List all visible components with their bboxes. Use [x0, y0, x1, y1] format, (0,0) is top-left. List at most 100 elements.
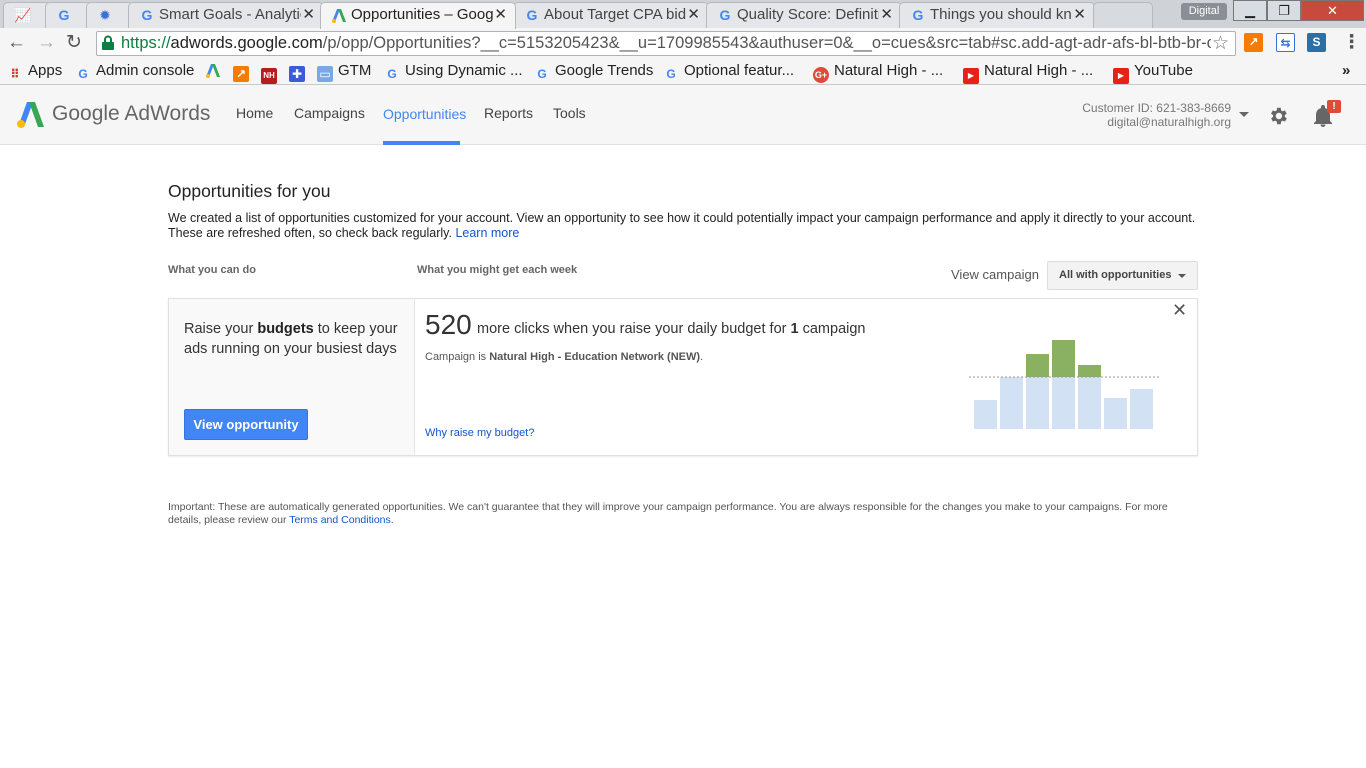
- account-dropdown-icon[interactable]: [1239, 112, 1249, 117]
- bookmarks-bar: ⠿ Apps G Admin console ↗ NH ✚ ▭ GTM G Using …: [0, 58, 1366, 85]
- tab-title: Smart Goals - Analytics: [159, 6, 301, 23]
- profile-badge[interactable]: Digital: [1181, 3, 1227, 20]
- bookmark-analytics[interactable]: ↗: [233, 61, 254, 82]
- campaign-info: Campaign is Natural High - Education Net…: [425, 351, 703, 363]
- bookmark-natural-high-gplus[interactable]: G+ Natural High - ...: [813, 61, 943, 83]
- bookmark-optional-features[interactable]: G Optional featur...: [663, 61, 794, 82]
- opportunity-summary: Raise your budgets to keep your ads runn…: [184, 320, 406, 359]
- close-tab-icon[interactable]: ✕: [1073, 5, 1086, 23]
- gtm-icon: ▭: [317, 66, 333, 82]
- extension-icon[interactable]: ⇆: [1276, 33, 1295, 52]
- bookmark-youtube[interactable]: ▶ YouTube: [1113, 61, 1193, 84]
- address-bar[interactable]: https://adwords.google.com/p/opp/Opportu…: [96, 31, 1236, 56]
- tab-settings[interactable]: ✹: [86, 2, 134, 28]
- terms-link[interactable]: Terms and Conditions: [289, 514, 391, 526]
- nh-icon: NH: [261, 68, 277, 84]
- view-opportunity-button[interactable]: View opportunity: [184, 409, 308, 440]
- menu-icon[interactable]: ⋮: [1342, 32, 1361, 54]
- dismiss-close-icon[interactable]: ✕: [1172, 300, 1187, 321]
- bookmark-gtm[interactable]: ▭ GTM: [317, 61, 371, 82]
- brand-name: Google AdWords: [52, 102, 211, 125]
- youtube-icon: ▶: [963, 68, 979, 84]
- close-tab-icon[interactable]: ✕: [880, 5, 893, 23]
- bookmark-using-dynamic[interactable]: G Using Dynamic ...: [384, 61, 523, 82]
- google-icon: G: [912, 7, 924, 23]
- google-icon: G: [141, 7, 153, 23]
- nav-campaigns[interactable]: Campaigns: [294, 105, 365, 121]
- bookmark-label: Optional featur...: [684, 62, 795, 79]
- tab-title: Quality Score: Definition: [737, 6, 879, 23]
- bookmark-label: Natural High - ...: [834, 62, 944, 79]
- nav-tools[interactable]: Tools: [553, 105, 586, 121]
- app-header: Google AdWords Home Campaigns Opportunit…: [0, 85, 1366, 145]
- analytics-icon: ↗: [233, 66, 249, 82]
- url-scheme: https://: [121, 34, 171, 52]
- nav-home[interactable]: Home: [236, 105, 273, 121]
- opportunity-card: Raise your budgets to keep your ads runn…: [168, 298, 1198, 456]
- tab-target-cpa[interactable]: G About Target CPA bidding ✕: [513, 2, 709, 28]
- bookmark-nh[interactable]: NH: [261, 61, 282, 84]
- bookmark-admin-console[interactable]: G Admin console: [75, 61, 194, 82]
- close-tab-icon[interactable]: ✕: [687, 5, 700, 23]
- account-email[interactable]: digital@naturalhigh.org: [1107, 115, 1231, 129]
- headline-count: 1: [790, 321, 799, 337]
- impact-number: 520: [425, 309, 472, 340]
- bookmark-star-icon[interactable]: ☆: [1212, 32, 1229, 55]
- tab-analytics[interactable]: 📈: [3, 2, 51, 28]
- chevron-down-icon: [1178, 274, 1186, 278]
- browser-chrome: 📈 G ✹ G Smart Goals - Analytics ✕ Opport…: [0, 0, 1366, 85]
- customer-id[interactable]: Customer ID: 621-383-8669: [1082, 101, 1231, 115]
- analytics-extension-icon[interactable]: ↗: [1244, 33, 1263, 52]
- tab-smart-goals[interactable]: G Smart Goals - Analytics ✕: [128, 2, 324, 28]
- url-path: /p/opp/Opportunities?__c=5153205423&__u=…: [322, 34, 1211, 52]
- lock-icon: [102, 35, 114, 50]
- bookmark-label: Using Dynamic ...: [405, 62, 523, 79]
- nav-reports[interactable]: Reports: [484, 105, 533, 121]
- opportunity-action-panel: Raise your budgets to keep your ads runn…: [169, 299, 415, 455]
- bookmark-apps[interactable]: ⠿ Apps: [7, 61, 62, 82]
- settings-gear-icon[interactable]: [1267, 105, 1289, 127]
- column-header-weekly-impact: What you might get each week: [417, 264, 578, 276]
- close-tab-icon[interactable]: ✕: [302, 5, 315, 23]
- headline-text: campaign: [798, 321, 866, 337]
- tab-title: About Target CPA bidding: [544, 6, 686, 23]
- google-plus-icon: G+: [813, 67, 829, 83]
- tab-quality-score[interactable]: G Quality Score: Definition ✕: [706, 2, 902, 28]
- restore-button[interactable]: ❐: [1267, 0, 1301, 21]
- s-extension-icon[interactable]: S: [1307, 33, 1326, 52]
- active-nav-indicator: [383, 141, 460, 145]
- tab-things-to-know[interactable]: G Things you should know ✕: [899, 2, 1095, 28]
- disclaimer-end: .: [390, 514, 394, 526]
- google-icon: G: [526, 7, 538, 23]
- google-icon: G: [78, 67, 88, 81]
- description-text: We created a list of opportunities custo…: [168, 211, 1196, 240]
- tab-opportunities[interactable]: Opportunities – Google ✕: [320, 2, 516, 29]
- bookmarks-overflow-button[interactable]: »: [1342, 61, 1350, 81]
- column-header-what-you-can-do: What you can do: [168, 264, 256, 276]
- close-tab-icon[interactable]: ✕: [494, 5, 507, 23]
- google-icon: G: [666, 67, 676, 81]
- bookmark-natural-high-youtube[interactable]: ▶ Natural High - ...: [963, 61, 1093, 84]
- notification-badge: !: [1327, 100, 1341, 113]
- page-title: Opportunities for you: [168, 181, 331, 201]
- why-raise-budget-link[interactable]: Why raise my budget?: [425, 427, 534, 439]
- campaign-filter-dropdown[interactable]: All with opportunities: [1047, 261, 1198, 290]
- bookmark-adwords[interactable]: [205, 61, 226, 81]
- dropdown-value: All with opportunities: [1059, 269, 1172, 281]
- minimize-button[interactable]: ▁: [1233, 0, 1267, 21]
- chart-bar-current: [974, 400, 997, 429]
- bookmark-google-trends[interactable]: G Google Trends: [534, 61, 653, 82]
- page-description: We created a list of opportunities custo…: [168, 211, 1198, 241]
- learn-more-link[interactable]: Learn more: [455, 226, 519, 240]
- new-tab-button[interactable]: [1093, 2, 1153, 28]
- view-campaign-label: View campaign: [951, 267, 1039, 282]
- reload-icon[interactable]: ↻: [66, 32, 82, 54]
- nav-opportunities[interactable]: Opportunities: [383, 106, 466, 122]
- google-icon: G: [387, 67, 397, 81]
- bookmark-extension[interactable]: ✚: [289, 61, 310, 82]
- forward-icon[interactable]: →: [37, 32, 56, 54]
- google-icon: G: [719, 7, 731, 23]
- back-icon[interactable]: ←: [7, 32, 26, 54]
- adwords-logo[interactable]: [16, 100, 46, 128]
- close-window-button[interactable]: ✕: [1301, 0, 1364, 21]
